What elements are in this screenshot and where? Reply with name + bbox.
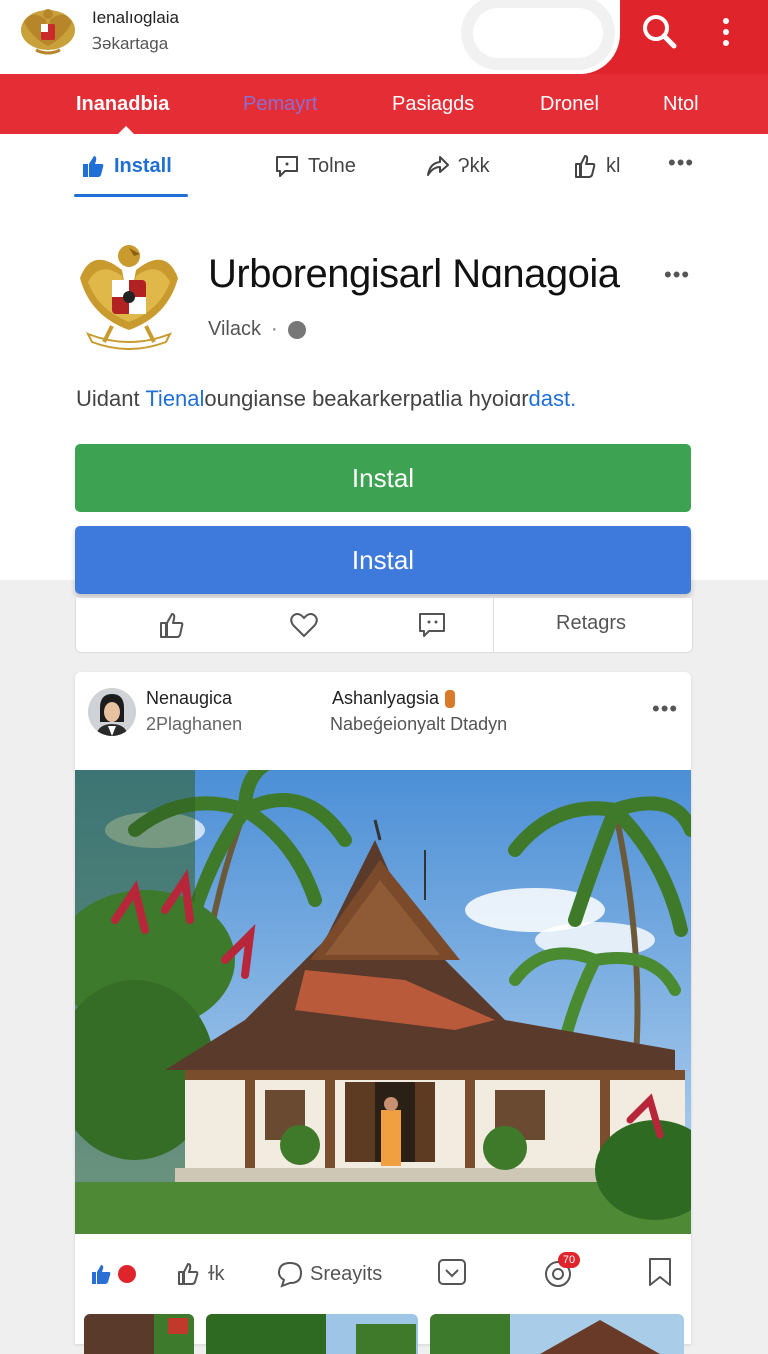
nav-active-indicator (118, 126, 134, 134)
tab-comment[interactable]: Tolne (274, 148, 356, 184)
tab-like[interactable]: kl (572, 148, 620, 184)
tab-label: Tolne (308, 155, 356, 177)
action-divider (493, 598, 494, 652)
co-author-name: Ashanlyagsia (332, 688, 440, 708)
thumbs-up-icon (83, 156, 104, 177)
header-search-field[interactable] (473, 8, 603, 58)
thumbnail-image[interactable] (84, 1314, 194, 1354)
post-co-author[interactable]: Ashanlyagsia (332, 688, 456, 709)
comment-bubble-icon (277, 1261, 303, 1288)
globe-icon (287, 320, 306, 339)
search-icon[interactable] (638, 10, 682, 54)
nav-item-2[interactable]: Pemayrt (243, 74, 317, 134)
page-more-icon[interactable]: ••• (664, 262, 690, 288)
thumbnail-image[interactable] (430, 1314, 684, 1354)
nav-item-home[interactable]: Inanadbia (76, 74, 169, 134)
avatar[interactable] (88, 688, 136, 736)
site-title: Ienalıoglaia (92, 8, 179, 27)
site-subtitle: Ɜəkartaga (92, 34, 169, 53)
tab-label: Install (114, 155, 172, 177)
tab-label: Ɂkk (458, 155, 490, 177)
page-description: Uidant Tienaloungianse beakarkerpatlia h… (76, 386, 576, 412)
heart-icon[interactable] (289, 610, 319, 640)
dropdown-box-icon[interactable] (436, 1256, 468, 1288)
comment-icon[interactable] (417, 610, 447, 640)
thumbs-up-icon (575, 155, 596, 178)
install-button-secondary[interactable]: Instal (75, 526, 691, 594)
tab-label: kl (606, 155, 621, 177)
description-text: Uidant (76, 386, 146, 411)
thumbnail-image[interactable] (206, 1314, 418, 1354)
bookmark-icon[interactable] (646, 1256, 674, 1288)
share-button[interactable]: Sreayits (276, 1256, 382, 1292)
like-label: ɫk (208, 1262, 225, 1285)
share-icon (427, 156, 449, 176)
profile-section (0, 134, 768, 580)
tab-install[interactable]: Install (80, 148, 172, 184)
post-more-icon[interactable]: ••• (652, 696, 678, 722)
like-button[interactable]: ɫk (176, 1256, 225, 1292)
tab-share[interactable]: Ɂkk (424, 148, 490, 184)
comment-icon (276, 156, 298, 177)
description-text: oungianse beakarkerpatlia hyoiɑr (204, 386, 529, 411)
nav-item-4[interactable]: Dronel (540, 74, 599, 134)
post-image-traditional-house[interactable] (75, 770, 691, 1234)
page-subtitle: Vilack · (208, 318, 306, 341)
separator-dot: · (271, 318, 278, 340)
description-link[interactable]: Tienal (145, 386, 204, 411)
nav-item-3[interactable]: Pasiagds (392, 74, 474, 134)
post-author-subtitle: 2Plaghanen (146, 714, 243, 734)
tabs-more-icon[interactable]: ••• (668, 150, 694, 176)
description-link[interactable]: dast. (529, 386, 577, 411)
love-reaction-icon (118, 1265, 136, 1283)
garuda-emblem (80, 245, 178, 350)
more-vertical-icon[interactable] (714, 12, 738, 52)
page-title: Urborengisarl Nɑnagoia (208, 252, 620, 296)
thumbs-up-icon (92, 1265, 111, 1284)
share-label: Sreayits (310, 1262, 383, 1285)
post-author[interactable]: Nenaugica (146, 688, 232, 709)
ratings-link[interactable]: Retagrs (556, 612, 626, 635)
page-category: Vilack (208, 318, 261, 340)
garuda-emblem-logo[interactable] (18, 2, 78, 62)
like-reaction-group[interactable] (90, 1256, 136, 1292)
active-tab-underline (74, 194, 188, 197)
verified-badge-icon (445, 689, 456, 708)
install-button-primary[interactable]: Instal (75, 444, 691, 512)
nav-item-5[interactable]: Ntol (663, 74, 699, 134)
post-location: Nabeǵeionyalt Dtadyn (330, 714, 508, 734)
thumbs-up-icon (178, 1263, 199, 1285)
thumbs-up-icon[interactable] (157, 610, 187, 640)
notification-count-badge: 70 (558, 1252, 580, 1268)
